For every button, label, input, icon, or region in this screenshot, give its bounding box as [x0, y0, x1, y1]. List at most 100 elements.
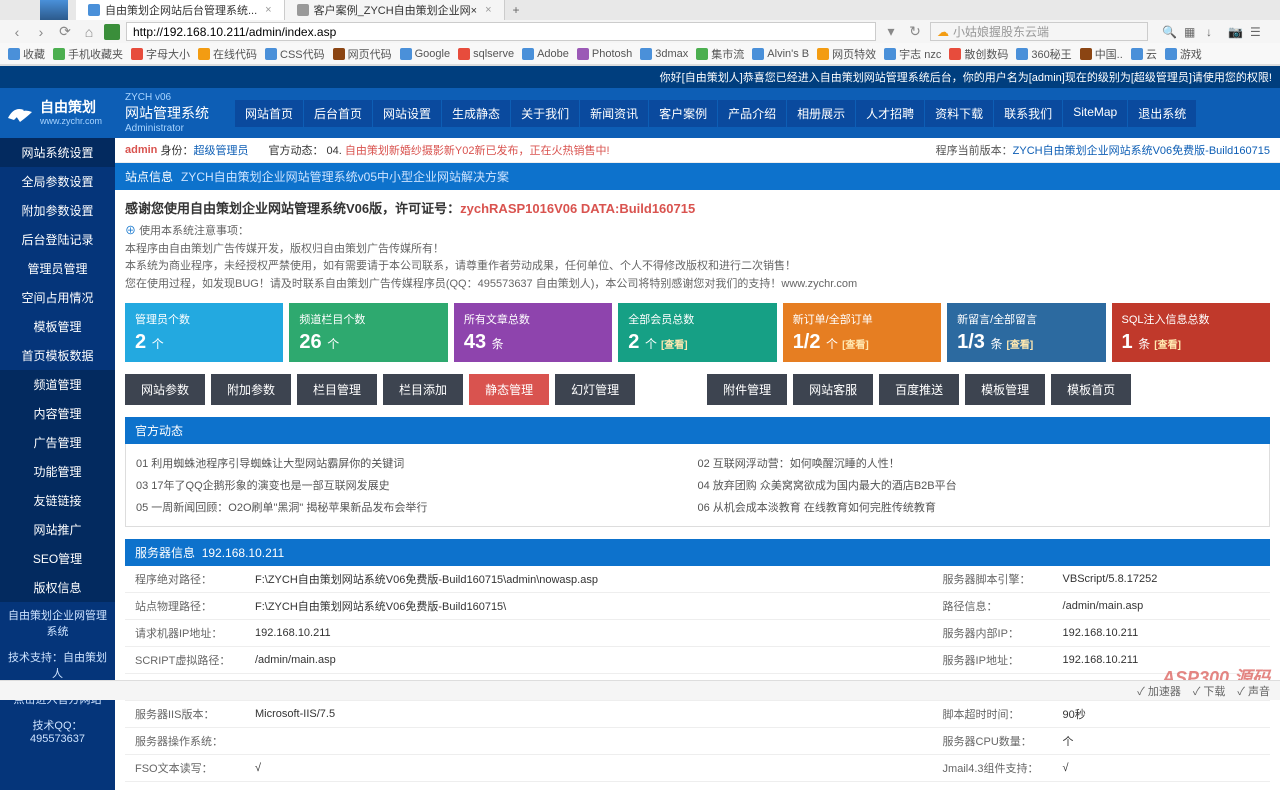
- nav-tab[interactable]: 人才招聘: [856, 100, 925, 127]
- nav-tab[interactable]: 生成静态: [442, 100, 511, 127]
- sidebar-section[interactable]: 广告管理: [0, 428, 115, 457]
- action-button[interactable]: 附件管理: [707, 374, 787, 405]
- nav-tab[interactable]: 相册展示: [787, 100, 856, 127]
- bookmark-item[interactable]: 3dmax: [640, 48, 688, 60]
- sidebar-item[interactable]: 模板管理: [0, 312, 115, 341]
- browser-tab-1[interactable]: 客户案例_ZYCH自由策划企业网××: [285, 0, 505, 20]
- stat-card[interactable]: 管理员个数2 个: [125, 303, 283, 362]
- close-icon[interactable]: ×: [485, 4, 491, 16]
- stat-card[interactable]: 新留言/全部留言1/3 条[查看]: [947, 303, 1105, 362]
- stat-card[interactable]: 频道栏目个数26 个: [289, 303, 447, 362]
- action-button[interactable]: 附加参数: [211, 374, 291, 405]
- nav-tab[interactable]: 后台首页: [304, 100, 373, 127]
- sidebar-item[interactable]: 首页模板数据: [0, 341, 115, 370]
- news-item[interactable]: 04 放弃团购 众美窝窝欲成为国内最大的酒店B2B平台: [698, 474, 1260, 496]
- bookmark-item[interactable]: 在线代码: [198, 46, 257, 62]
- news-link[interactable]: 自由策划新婚纱摄影新Y02新已发布，正在火热销售中!: [345, 145, 610, 157]
- stat-card[interactable]: 所有文章总数43 条: [454, 303, 612, 362]
- nav-tab[interactable]: 退出系统: [1128, 100, 1197, 127]
- version-link[interactable]: ZYCH自由策划企业网站系统V06免费版-Build160715: [1013, 145, 1270, 157]
- sidebar-group[interactable]: 网站系统设置: [0, 138, 115, 167]
- sidebar-item[interactable]: 空间占用情况: [0, 283, 115, 312]
- bookmark-item[interactable]: 游戏: [1165, 46, 1202, 62]
- camera-icon[interactable]: 📷: [1228, 25, 1242, 39]
- back-button[interactable]: ‹: [8, 23, 26, 41]
- bookmark-item[interactable]: 收藏: [8, 46, 45, 62]
- action-button[interactable]: 栏目添加: [383, 374, 463, 405]
- action-button[interactable]: 栏目管理: [297, 374, 377, 405]
- tab-title: 自由策划企网站后台管理系统...: [105, 2, 257, 18]
- bookmark-item[interactable]: 手机收藏夹: [53, 46, 123, 62]
- sidebar-item[interactable]: 管理员管理: [0, 254, 115, 283]
- bookmark-item[interactable]: Adobe: [522, 48, 569, 60]
- bookmark-item[interactable]: 散创数码: [949, 46, 1008, 62]
- refresh-icon[interactable]: ↻: [906, 23, 924, 41]
- download-icon[interactable]: ↓: [1206, 25, 1220, 39]
- address-input[interactable]: [126, 22, 876, 41]
- dropdown-icon[interactable]: ▾: [882, 23, 900, 41]
- action-button[interactable]: 网站参数: [125, 374, 205, 405]
- bookmark-item[interactable]: Google: [400, 48, 450, 60]
- news-item[interactable]: 02 互联网浮动营：如何唤醒沉睡的人性！: [698, 452, 1260, 474]
- browser-tab-0[interactable]: 自由策划企网站后台管理系统... ×: [76, 0, 285, 20]
- nav-tab[interactable]: SiteMap: [1063, 100, 1128, 127]
- stat-card[interactable]: 全部会员总数2 个[查看]: [618, 303, 776, 362]
- sidebar-section[interactable]: 友链链接: [0, 486, 115, 515]
- sidebar-section[interactable]: 功能管理: [0, 457, 115, 486]
- close-icon[interactable]: ×: [265, 4, 271, 16]
- bookmark-item[interactable]: sqlserve: [458, 48, 514, 60]
- nav-tab[interactable]: 网站设置: [373, 100, 442, 127]
- stat-card[interactable]: SQL注入信息总数1 条[查看]: [1112, 303, 1270, 362]
- nav-tab[interactable]: 关于我们: [511, 100, 580, 127]
- bookmark-item[interactable]: 中国..: [1080, 46, 1123, 62]
- news-item[interactable]: 01 利用蜘蛛池程序引导蜘蛛让大型网站霸屏你的关键词: [136, 452, 698, 474]
- bookmark-item[interactable]: 360秘王: [1016, 46, 1071, 62]
- status-item[interactable]: ✓ 声音: [1237, 683, 1270, 699]
- ext-icon[interactable]: ▦: [1184, 25, 1198, 39]
- menu-icon[interactable]: ☰: [1250, 25, 1264, 39]
- action-button[interactable]: 网站客服: [793, 374, 873, 405]
- sidebar-item[interactable]: 后台登陆记录: [0, 225, 115, 254]
- status-item[interactable]: ✓ 下载: [1193, 683, 1226, 699]
- nav-tab[interactable]: 联系我们: [994, 100, 1063, 127]
- status-item[interactable]: ✓ 加速器: [1137, 683, 1181, 699]
- bookmark-item[interactable]: 云: [1131, 46, 1157, 62]
- search-icon[interactable]: 🔍: [1162, 25, 1176, 39]
- bookmark-item[interactable]: 网页特效: [817, 46, 876, 62]
- bookmark-item[interactable]: Photosh: [577, 48, 632, 60]
- stat-card[interactable]: 新订单/全部订单1/2 个[查看]: [783, 303, 941, 362]
- news-item[interactable]: 06 从机会成本淡教育 在线教育如何完胜传统教育: [698, 496, 1260, 518]
- sidebar-item[interactable]: 附加参数设置: [0, 196, 115, 225]
- new-tab-button[interactable]: +: [505, 3, 528, 17]
- search-input[interactable]: 小姑娘握股东云端: [930, 22, 1148, 41]
- nav-tab[interactable]: 网站首页: [235, 100, 304, 127]
- bookmark-item[interactable]: 宇志 nzc: [884, 46, 941, 62]
- news-item[interactable]: 05 一周新闻回顾：O2O刷单"黑洞" 揭秘苹果新品发布会举行: [136, 496, 698, 518]
- nav-tab[interactable]: 新闻资讯: [580, 100, 649, 127]
- sidebar-section[interactable]: 版权信息: [0, 573, 115, 602]
- bookmark-item[interactable]: 网页代码: [333, 46, 392, 62]
- home-button[interactable]: ⌂: [80, 23, 98, 41]
- news-item[interactable]: 03 17年了QQ企鹅形象的演变也是一部互联网发展史: [136, 474, 698, 496]
- action-button[interactable]: 模板管理: [965, 374, 1045, 405]
- sidebar-section[interactable]: SEO管理: [0, 544, 115, 573]
- action-button[interactable]: 百度推送: [879, 374, 959, 405]
- nav-tab[interactable]: 客户案例: [649, 100, 718, 127]
- action-button[interactable]: 模板首页: [1051, 374, 1131, 405]
- user-avatar[interactable]: [40, 0, 68, 20]
- bookmark-item[interactable]: CSS代码: [265, 46, 325, 62]
- sidebar-section[interactable]: 频道管理: [0, 370, 115, 399]
- bookmark-item[interactable]: 字母大小: [131, 46, 190, 62]
- nav-tab[interactable]: 资料下载: [925, 100, 994, 127]
- logo: 自由策划www.zychr.com: [0, 88, 115, 138]
- sidebar-section[interactable]: 网站推广: [0, 515, 115, 544]
- forward-button[interactable]: ›: [32, 23, 50, 41]
- nav-tab[interactable]: 产品介绍: [718, 100, 787, 127]
- sidebar-section[interactable]: 内容管理: [0, 399, 115, 428]
- action-button[interactable]: 静态管理: [469, 374, 549, 405]
- reload-button[interactable]: ⟳: [56, 23, 74, 41]
- bookmark-item[interactable]: Alvin's B: [752, 48, 809, 60]
- action-button[interactable]: 幻灯管理: [555, 374, 635, 405]
- sidebar-item[interactable]: 全局参数设置: [0, 167, 115, 196]
- bookmark-item[interactable]: 集市流: [696, 46, 744, 62]
